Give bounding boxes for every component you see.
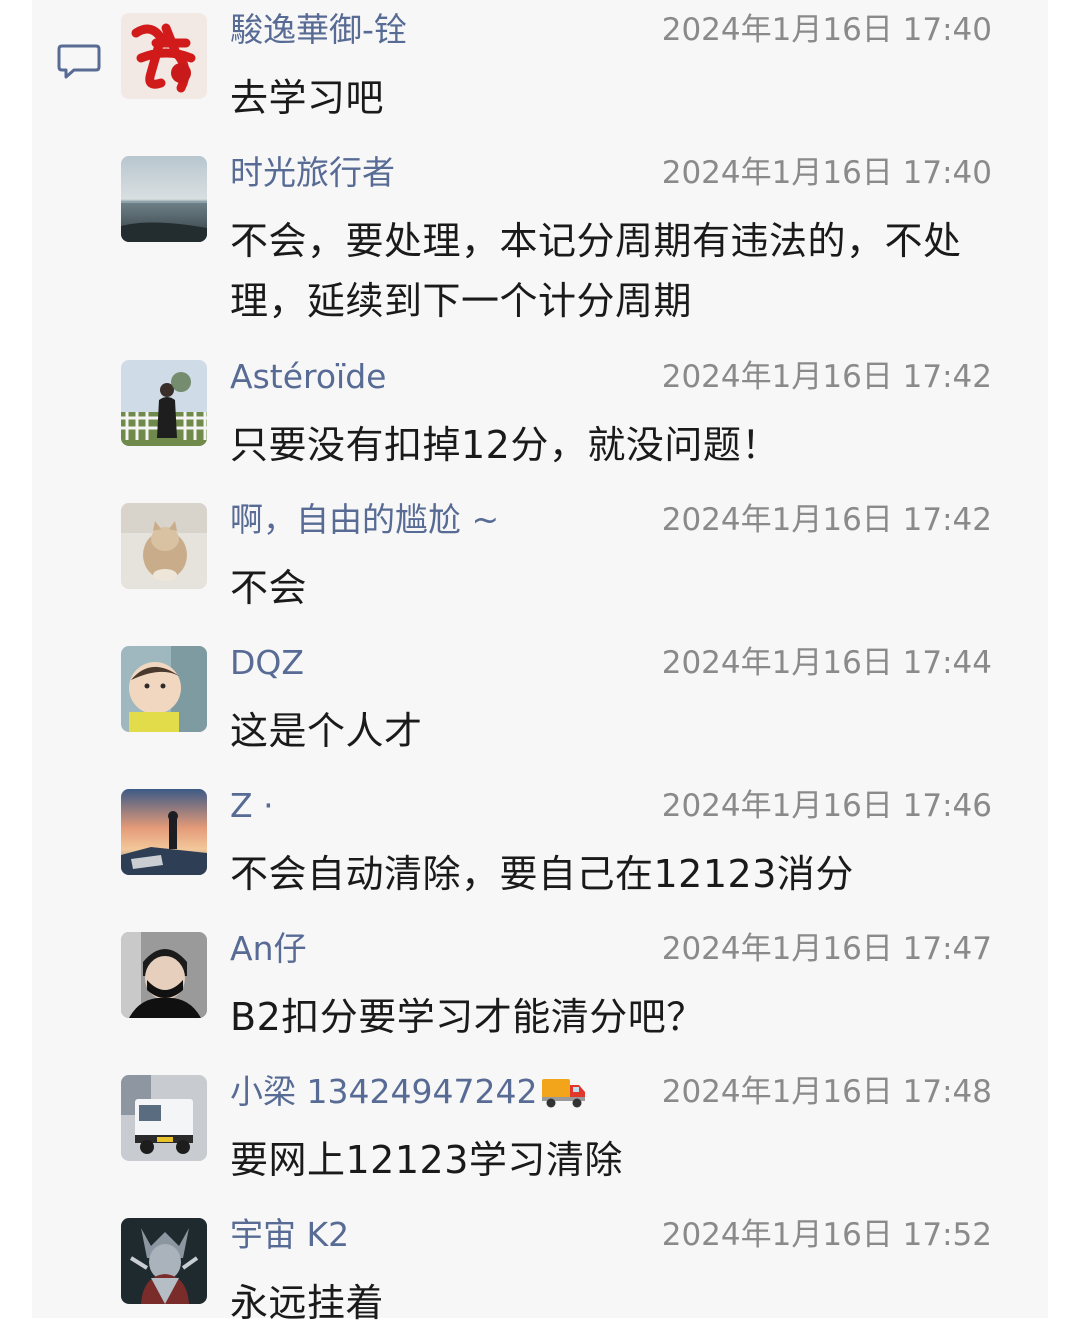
commenter-name[interactable]: An仔 [230, 929, 307, 969]
comment-time: 2024年1月16日 17:48 [661, 1074, 992, 1110]
commenter-name[interactable]: 时光旅行者 [230, 153, 395, 193]
comment-text: 不会 [230, 566, 308, 610]
avatar[interactable] [121, 789, 207, 875]
comment-text: 只要没有扣掉12分，就没问题！ [230, 423, 780, 467]
comment-time: 2024年1月16日 17:42 [661, 359, 992, 395]
comment-text: 要网上12123学习清除 [230, 1138, 623, 1182]
comment-time: 2024年1月16日 17:46 [661, 788, 992, 824]
commenter-name-text: 小梁 13424947242 [230, 1072, 538, 1111]
commenter-name[interactable]: 啊，自由的尴尬 ~ [230, 500, 499, 540]
avatar[interactable] [121, 503, 207, 589]
comment-time: 2024年1月16日 17:44 [661, 645, 992, 681]
avatar[interactable] [121, 1218, 207, 1304]
avatar[interactable] [121, 13, 207, 99]
comment-text: 不会自动清除，要自己在12123消分 [230, 852, 854, 896]
commenter-name[interactable]: Z · [230, 786, 274, 826]
comment-icon[interactable] [56, 42, 102, 82]
comment-text: 这是个人才 [230, 709, 423, 753]
commenter-name[interactable]: 駿逸華御-铨 [230, 10, 407, 50]
commenter-name[interactable]: Astéroïde [230, 357, 386, 397]
avatar[interactable] [121, 360, 207, 446]
comment-time: 2024年1月16日 17:52 [661, 1217, 992, 1253]
avatar[interactable] [121, 1075, 207, 1161]
avatar[interactable] [121, 646, 207, 732]
comment-text: 去学习吧 [230, 76, 385, 120]
commenter-name[interactable]: 宇宙 K2 [230, 1215, 349, 1255]
comment-text: B2扣分要学习才能清分吧？ [230, 995, 705, 1039]
comment-time: 2024年1月16日 17:42 [661, 502, 992, 538]
comment-time: 2024年1月16日 17:47 [661, 931, 992, 967]
commenter-name[interactable]: 小梁 13424947242 [230, 1072, 587, 1112]
comment-text: 永远挂着 [230, 1281, 385, 1325]
commenter-name[interactable]: DQZ [230, 643, 304, 683]
avatar[interactable] [121, 932, 207, 1018]
avatar[interactable] [121, 156, 207, 242]
comment-text: 不会，要处理，本记分周期有违法的，不处理，延续到下一个计分周期 [230, 219, 962, 323]
comment-time: 2024年1月16日 17:40 [661, 155, 992, 191]
delivery-truck-icon [542, 1079, 586, 1108]
comment-time: 2024年1月16日 17:40 [661, 12, 992, 48]
